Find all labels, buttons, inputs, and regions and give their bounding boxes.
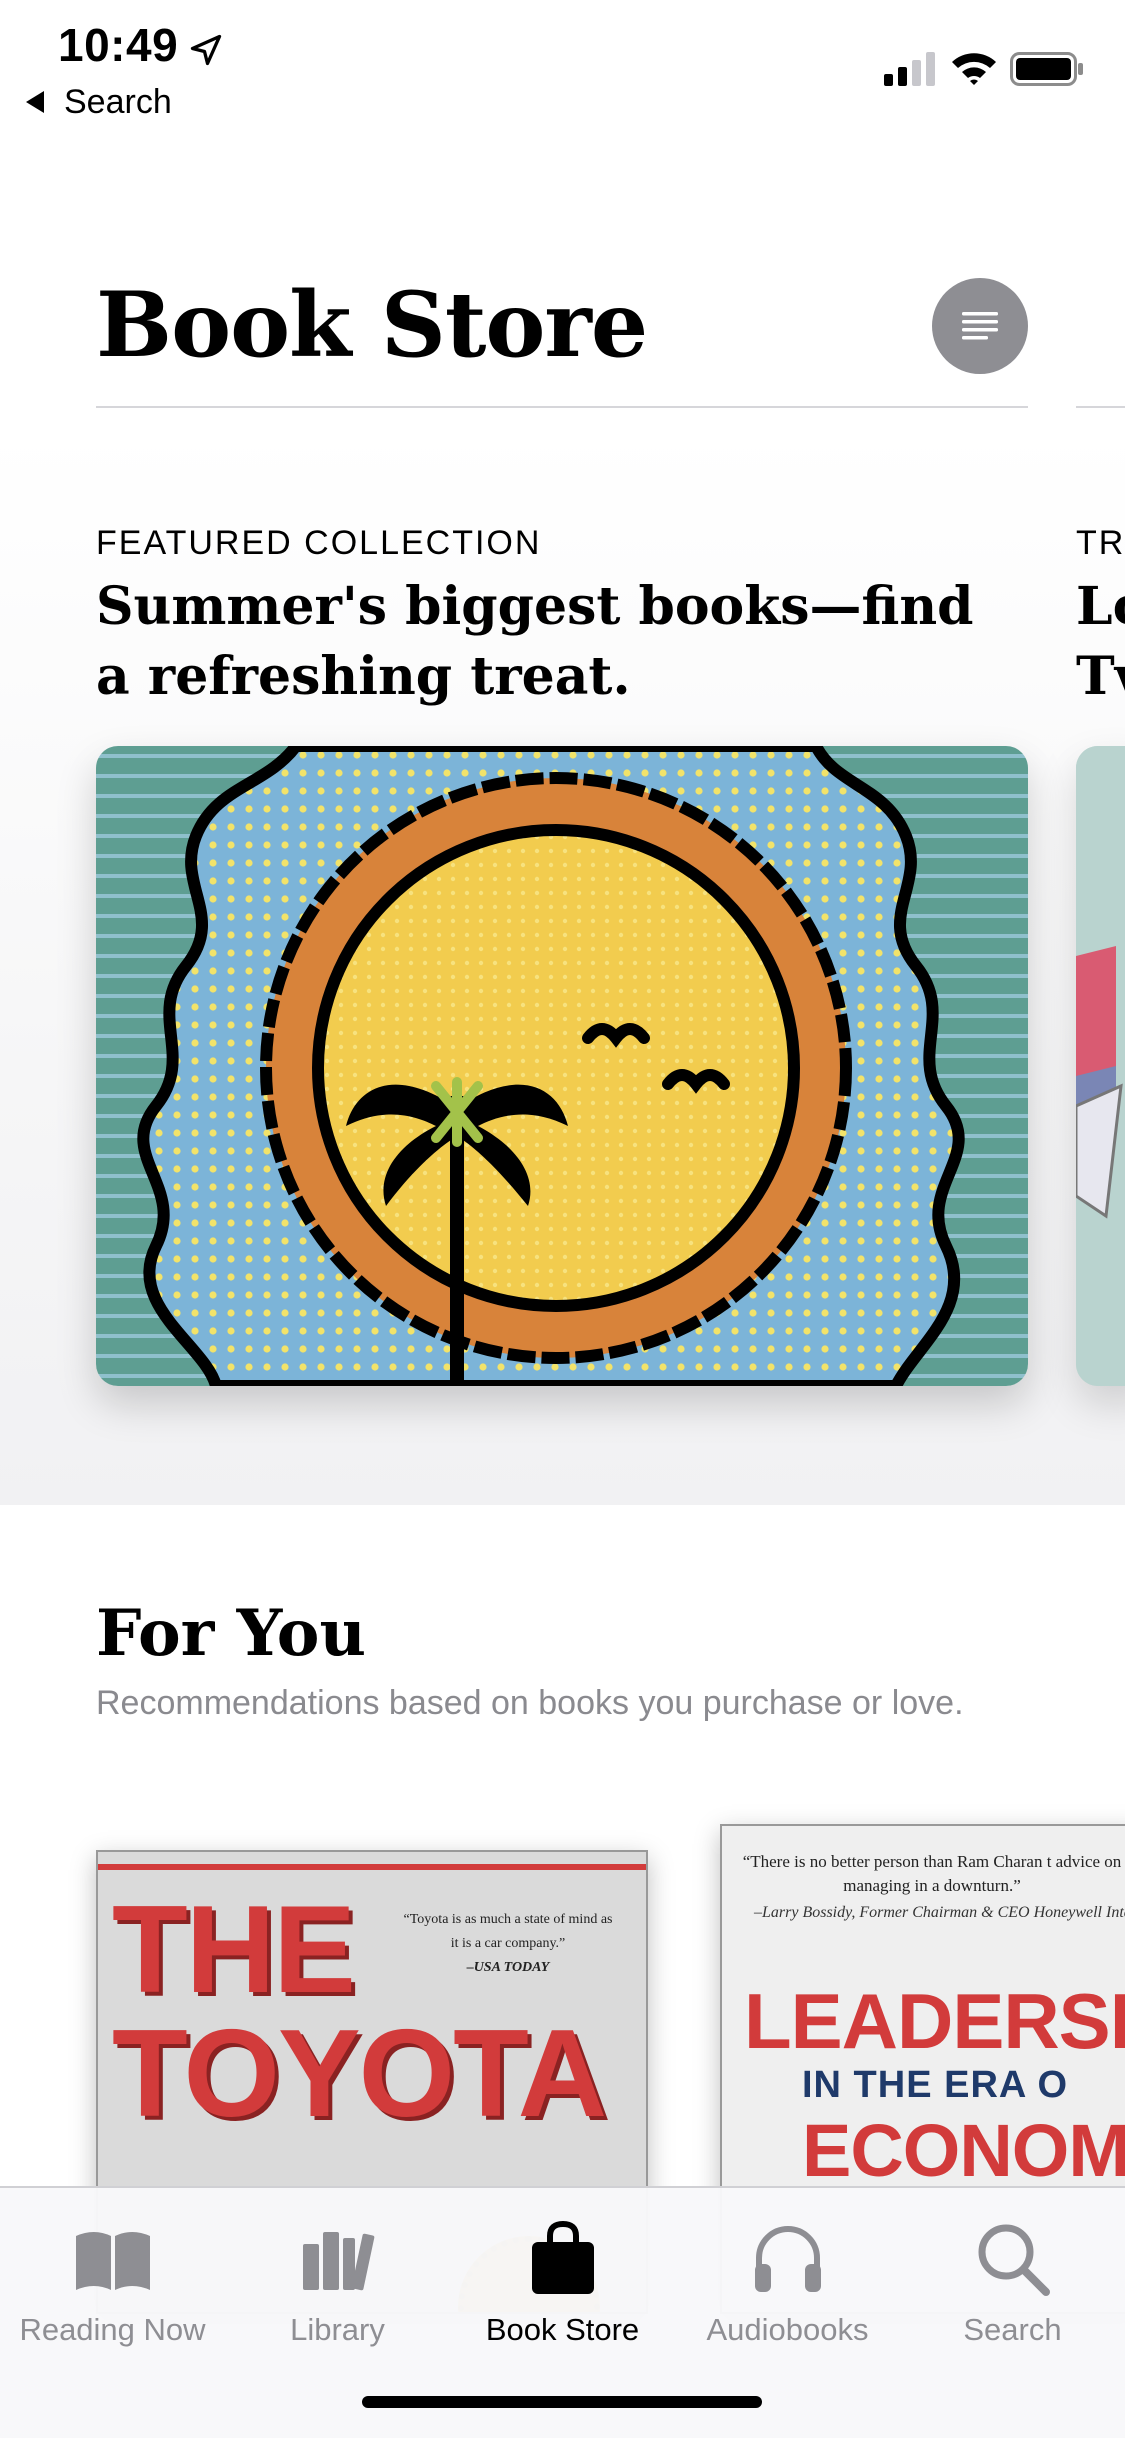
book-title-line3: ECONOMIC — [802, 2109, 1125, 2192]
book-quote: “There is no better person than Ram Char… — [742, 1852, 1122, 1895]
featured-headline[interactable]: Summer's biggest books—find a refreshing… — [96, 572, 1016, 712]
tab-label: Reading Now — [19, 2312, 206, 2347]
tab-library[interactable]: Library — [225, 2214, 450, 2348]
tab-label: Book Store — [485, 2312, 640, 2347]
tab-audiobooks[interactable]: Audiobooks — [675, 2214, 900, 2348]
list-icon — [962, 312, 998, 340]
tab-search[interactable]: Search — [900, 2214, 1125, 2348]
featured-collection-artwork[interactable] — [96, 746, 1028, 1386]
next-featured-eyebrow: TR — [1076, 524, 1125, 562]
tab-reading-now[interactable]: Reading Now — [0, 2214, 225, 2348]
book-open-icon — [75, 2232, 150, 2290]
magnifier-icon — [978, 2224, 1050, 2296]
next-featured-headline[interactable]: Lo Tv — [1076, 572, 1125, 712]
next-headline-line1: Lo — [1076, 576, 1125, 637]
status-time: 10:49 — [58, 19, 179, 71]
next-featured-artwork[interactable] — [1076, 746, 1125, 1386]
wifi-icon — [952, 53, 996, 85]
for-you-title: For You — [96, 1596, 366, 1671]
menu-button[interactable] — [932, 278, 1028, 374]
book-quote: “Toyota is as much a state of mind as it… — [403, 1912, 613, 1951]
featured-eyebrow: FEATURED COLLECTION — [96, 524, 542, 562]
tab-book-store[interactable]: Book Store — [450, 2214, 675, 2348]
headphones-icon — [754, 2226, 821, 2292]
home-indicator[interactable] — [362, 2396, 762, 2408]
book-quote-source: –USA TODAY — [466, 1960, 550, 1975]
back-arrow-icon — [26, 91, 44, 113]
cellular-signal-icon — [884, 52, 935, 86]
book-title-line1: LEADERSH — [744, 1977, 1125, 2065]
book-quote-source: –Larry Bossidy, Former Chairman & CEO Ho… — [754, 1904, 1125, 1921]
tab-label: Library — [290, 2312, 385, 2347]
page-title: Book Store — [96, 272, 648, 378]
for-you-subtitle: Recommendations based on books you purch… — [96, 1684, 964, 1722]
shopping-bag-icon — [531, 2220, 594, 2294]
location-arrow-icon — [190, 34, 222, 66]
book-title-line2: IN THE ERA O — [802, 2064, 1069, 2106]
tab-label: Audiobooks — [706, 2312, 869, 2347]
tab-label: Search — [963, 2312, 1062, 2347]
book-title-line2: TOYOTA — [112, 2005, 607, 2143]
back-label: Search — [64, 82, 172, 121]
header-divider — [96, 406, 1028, 408]
back-to-search-button[interactable]: Search — [26, 80, 172, 124]
next-headline-line2: Tv — [1076, 646, 1125, 707]
library-icon — [302, 2232, 374, 2291]
header-divider-peek — [1076, 406, 1125, 408]
battery-icon — [1010, 52, 1083, 86]
